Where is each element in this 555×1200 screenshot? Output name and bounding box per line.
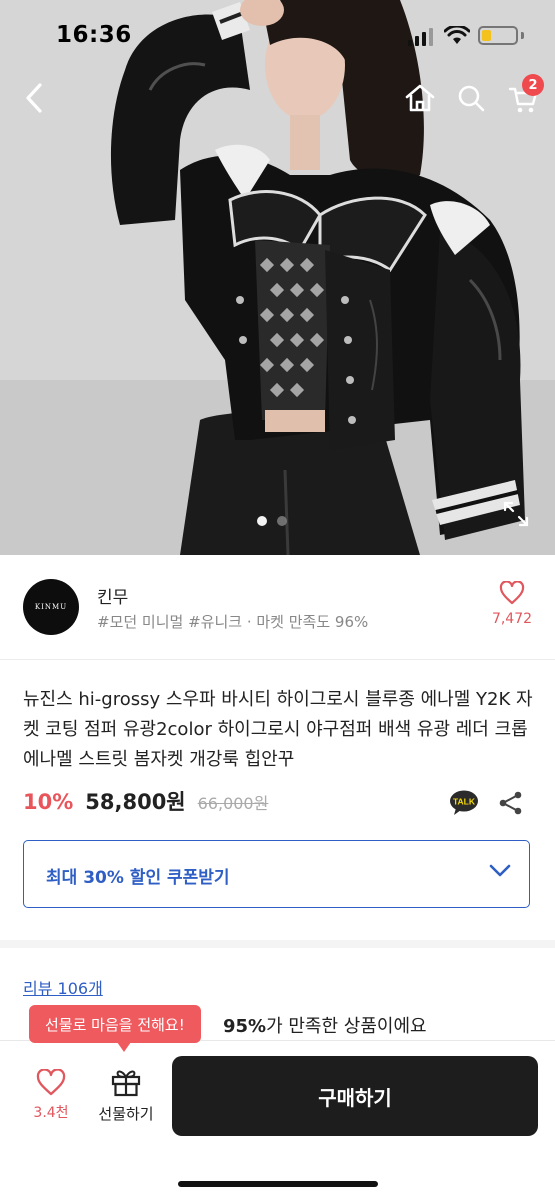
shop-info[interactable]: KINMU 킨무 #모던 미니멀 #유니크 · 마켓 만족도 96% 7,472: [0, 555, 555, 660]
back-button[interactable]: [14, 78, 54, 118]
section-divider: [0, 940, 555, 948]
bottom-action-bar: 3.4천 선물하기 구매하기: [0, 1040, 555, 1200]
battery-icon: [478, 26, 518, 45]
gallery-dot-active[interactable]: [257, 516, 267, 526]
price-row: 10% 58,800원 66,000원: [23, 786, 268, 818]
gift-tooltip[interactable]: 선물로 마음을 전해요!: [29, 1005, 201, 1043]
original-price: 66,000원: [197, 794, 269, 813]
kakao-talk-icon[interactable]: TALK: [449, 790, 479, 816]
search-button[interactable]: [451, 78, 491, 118]
gift-tooltip-arrow: [117, 1042, 131, 1052]
coupon-label: 최대 30% 할인 쿠폰받기: [46, 868, 230, 888]
coupon-download-button[interactable]: 최대 30% 할인 쿠폰받기: [23, 840, 530, 908]
shop-logo[interactable]: KINMU: [23, 579, 79, 635]
home-indicator[interactable]: [178, 1181, 378, 1187]
shop-tags: #모던 미니멀 #유니크 · 마켓 만족도 96%: [97, 613, 369, 631]
status-bar: 16:36: [0, 0, 555, 72]
battery-cap: [521, 32, 524, 39]
gallery-dot[interactable]: [277, 516, 287, 526]
satisfaction-suffix: 가 만족한 상품이에요: [266, 1016, 427, 1037]
heart-icon: [36, 1068, 66, 1096]
gift-label: 선물하기: [98, 1105, 154, 1123]
wifi-icon: [444, 26, 470, 44]
like-count: 3.4천: [33, 1105, 69, 1121]
satisfaction-percent: 95%: [223, 1016, 267, 1037]
review-count-link[interactable]: 리뷰 106개: [23, 975, 103, 999]
home-icon: [405, 84, 435, 112]
sale-price: 58,800원: [85, 790, 186, 814]
shop-favorite-count: 7,472: [491, 611, 533, 627]
talk-label: TALK: [453, 797, 476, 807]
heart-icon: [499, 580, 525, 605]
shop-favorite-button[interactable]: 7,472: [489, 580, 535, 641]
gallery-pagination: [257, 516, 287, 526]
back-arrow-icon: [26, 83, 42, 113]
battery-level: [482, 30, 491, 41]
status-time: 16:36: [56, 22, 132, 48]
chevron-down-icon: [489, 864, 511, 877]
share-icon[interactable]: [498, 790, 524, 816]
shop-name[interactable]: 킨무: [97, 583, 128, 608]
search-icon: [458, 85, 485, 112]
product-image[interactable]: 16:36 2: [0, 0, 555, 555]
home-button[interactable]: [400, 78, 440, 118]
buy-button[interactable]: 구매하기: [172, 1056, 538, 1136]
product-title: 뉴진스 hi-grossy 스우파 바시티 하이그로시 블루종 에나멜 Y2K …: [23, 689, 533, 770]
expand-icon[interactable]: [502, 500, 530, 528]
like-button[interactable]: 3.4천: [20, 1068, 82, 1122]
cellular-signal-icon: [408, 28, 433, 46]
gift-button[interactable]: 선물하기: [88, 1067, 164, 1124]
discount-rate: 10%: [23, 790, 74, 814]
gift-icon: [111, 1070, 141, 1097]
cart-count-badge: 2: [522, 74, 544, 96]
